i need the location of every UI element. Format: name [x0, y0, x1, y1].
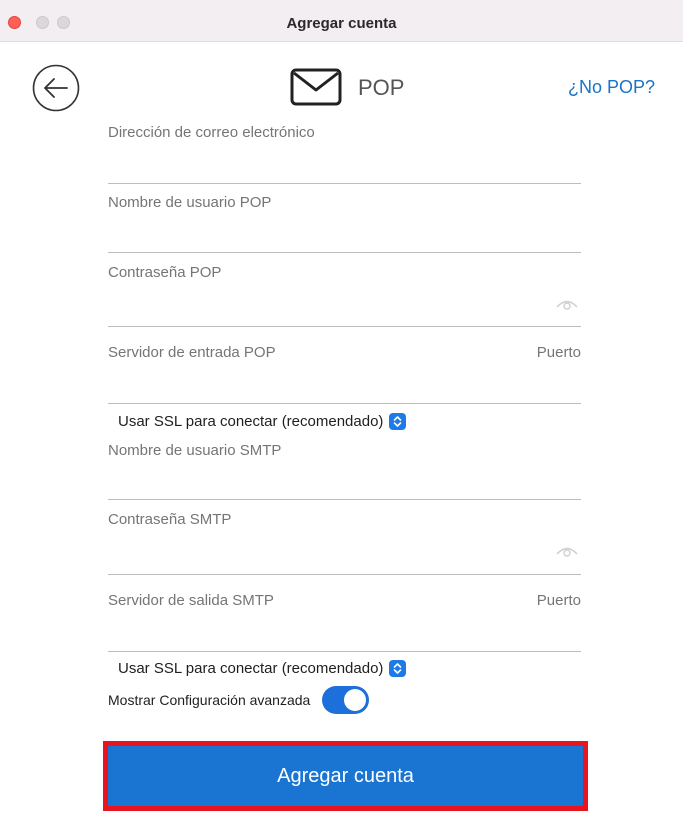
smtp-server-label: Servidor de salida SMTP [108, 592, 274, 609]
advanced-settings-row: Mostrar Configuración avanzada [108, 686, 370, 714]
chevron-updown-icon[interactable] [389, 413, 407, 430]
smtp-username-label: Nombre de usuario SMTP [108, 442, 282, 459]
chevron-updown-icon[interactable] [389, 660, 407, 677]
no-pop-link[interactable]: ¿No POP? [568, 77, 655, 98]
arrow-left-icon [32, 64, 80, 112]
smtp-ssl-select[interactable]: Usar SSL para conectar (recomendado) [118, 660, 407, 677]
submit-highlight: Agregar cuenta [103, 741, 588, 811]
window-title: Agregar cuenta [286, 15, 397, 32]
protocol-label: POP [358, 75, 405, 100]
smtp-port-label[interactable]: Puerto [537, 592, 581, 609]
eye-icon[interactable] [555, 543, 579, 557]
toggle-knob [344, 689, 367, 711]
pop-password-field[interactable]: Contraseña POP [108, 258, 581, 327]
smtp-password-field[interactable]: Contraseña SMTP [108, 505, 581, 575]
email-field[interactable]: Dirección de correo electrónico [108, 120, 581, 184]
back-button[interactable] [32, 64, 80, 112]
title-bar: Agregar cuenta [0, 0, 683, 42]
pop-ssl-select[interactable]: Usar SSL para conectar (recomendado) [118, 413, 407, 430]
eye-icon[interactable] [555, 296, 579, 310]
pop-username-label: Nombre de usuario POP [108, 194, 272, 211]
envelope-icon [290, 68, 342, 106]
email-label: Dirección de correo electrónico [108, 124, 315, 141]
pop-ssl-value: Usar SSL para conectar (recomendado) [118, 413, 384, 430]
advanced-settings-toggle[interactable] [322, 686, 370, 714]
advanced-settings-label: Mostrar Configuración avanzada [108, 692, 311, 708]
pop-username-field[interactable]: Nombre de usuario POP [108, 188, 581, 253]
smtp-ssl-value: Usar SSL para conectar (recomendado) [118, 660, 384, 677]
pop-server-field[interactable]: Servidor de entrada POP Puerto [108, 336, 581, 404]
smtp-password-label: Contraseña SMTP [108, 511, 232, 528]
smtp-username-field[interactable]: Nombre de usuario SMTP [108, 434, 581, 500]
smtp-server-field[interactable]: Servidor de salida SMTP Puerto [108, 584, 581, 652]
pop-password-label: Contraseña POP [108, 264, 222, 281]
pop-server-label: Servidor de entrada POP [108, 344, 276, 361]
add-account-button[interactable]: Agregar cuenta [108, 746, 583, 806]
pop-port-label[interactable]: Puerto [537, 344, 581, 361]
